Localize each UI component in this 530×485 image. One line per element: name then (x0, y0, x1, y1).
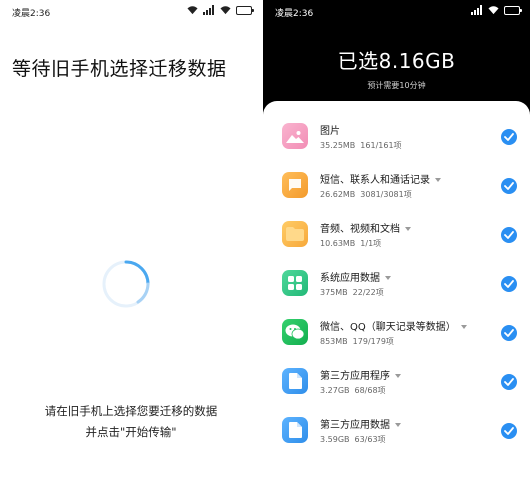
signal-icon (203, 5, 214, 15)
chevron-down-icon[interactable] (460, 325, 467, 329)
data-category-list: 图片 35.25MB 161/161项 短信、联系人和通话记录 26.62MB 30… (263, 101, 530, 485)
old-phone-wait-screen: 凌晨2:36 等待旧手机选择迁移数据 请在旧手机上选择您要迁移的数据 并点击"开… (0, 0, 262, 485)
wechat-icon (282, 319, 308, 345)
photos-icon (282, 123, 308, 149)
status-time: 凌晨2:36 (275, 9, 314, 19)
page-title: 等待旧手机选择迁移数据 (12, 58, 227, 80)
list-item-messages-contacts-calls[interactable]: 短信、联系人和通话记录 26.62MB 3081/3081项 (263, 163, 530, 213)
status-bar: 凌晨2:36 (263, 0, 530, 22)
chevron-down-icon[interactable] (405, 227, 411, 231)
instruction-text: 请在旧手机上选择您要迁移的数据 并点击"开始传输" (0, 401, 262, 443)
checkbox-checked-icon[interactable] (501, 129, 517, 145)
item-meta: 375MB 22/22项 (320, 288, 384, 297)
item-meta: 26.62MB 3081/3081项 (320, 190, 412, 199)
file-icon (282, 368, 308, 394)
item-meta: 3.59GB 63/63项 (320, 435, 386, 444)
checkbox-checked-icon[interactable] (501, 276, 517, 292)
status-icons (187, 5, 254, 15)
item-name: 微信、QQ（聊天记录等数据） (320, 318, 467, 333)
loading-spinner-icon (102, 260, 150, 308)
folder-icon (282, 221, 308, 247)
wifi-icon (187, 6, 198, 15)
item-name: 第三方应用程序 (320, 367, 401, 382)
system-apps-icon (282, 270, 308, 296)
instruction-line-2: 并点击"开始传输" (85, 425, 177, 439)
item-meta: 10.63MB 1/1项 (320, 239, 382, 248)
list-item-wechat-qq[interactable]: 微信、QQ（聊天记录等数据） 853MB 179/179项 (263, 310, 530, 360)
file-icon (282, 417, 308, 443)
battery-icon (504, 5, 522, 15)
list-item-third-party-apps[interactable]: 第三方应用程序 3.27GB 68/68项 (263, 359, 530, 409)
item-meta: 3.27GB 68/68项 (320, 386, 386, 395)
checkbox-checked-icon[interactable] (501, 423, 517, 439)
item-meta: 35.25MB 161/161项 (320, 141, 402, 150)
signal-icon (471, 5, 482, 15)
checkbox-checked-icon[interactable] (501, 178, 517, 194)
item-name: 第三方应用数据 (320, 416, 401, 431)
status-icons (471, 5, 522, 15)
estimated-time: 预计需要10分钟 (367, 81, 426, 90)
new-phone-selection-screen: 凌晨2:36 已选8.16GB 预计需要10分钟 图片 35.25MB 161/1… (263, 0, 530, 485)
checkbox-checked-icon[interactable] (501, 325, 517, 341)
list-item-third-party-app-data[interactable]: 第三方应用数据 3.59GB 63/63项 (263, 408, 530, 458)
item-name: 音频、视频和文档 (320, 220, 411, 235)
battery-icon (236, 5, 254, 15)
item-meta: 853MB 179/179项 (320, 337, 394, 346)
item-name: 图片 (320, 126, 340, 137)
status-bar: 凌晨2:36 (0, 0, 262, 22)
item-name: 短信、联系人和通话记录 (320, 171, 441, 186)
chevron-down-icon[interactable] (435, 178, 441, 182)
status-time: 凌晨2:36 (12, 9, 51, 19)
messages-icon (282, 172, 308, 198)
checkbox-checked-icon[interactable] (501, 227, 517, 243)
wifi-icon (220, 6, 231, 15)
chevron-down-icon[interactable] (395, 374, 401, 378)
checkbox-checked-icon[interactable] (501, 374, 517, 390)
item-name: 系统应用数据 (320, 269, 391, 284)
list-item-audio-video-docs[interactable]: 音频、视频和文档 10.63MB 1/1项 (263, 212, 530, 262)
chevron-down-icon[interactable] (395, 423, 401, 427)
instruction-line-1: 请在旧手机上选择您要迁移的数据 (44, 404, 218, 418)
selected-size-title: 已选8.16GB (337, 49, 456, 73)
chevron-down-icon[interactable] (385, 276, 391, 280)
wifi-icon (488, 6, 499, 15)
list-item-system-app-data[interactable]: 系统应用数据 375MB 22/22项 (263, 261, 530, 311)
list-item-photos[interactable]: 图片 35.25MB 161/161项 (263, 114, 530, 164)
